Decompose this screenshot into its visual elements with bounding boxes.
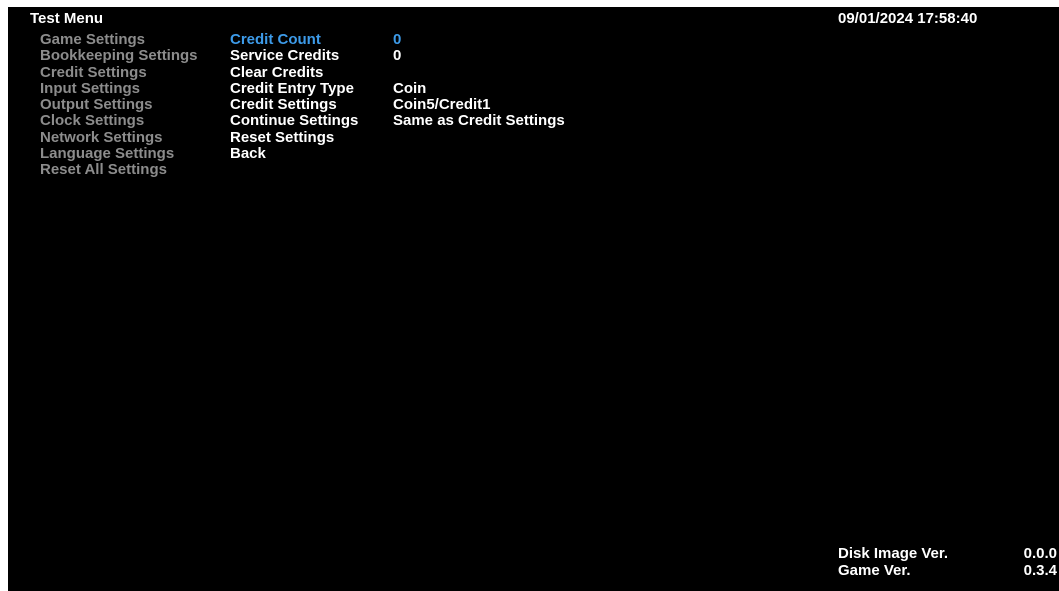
- settings-category-list: Game Settings Bookkeeping Settings Credi…: [40, 31, 198, 179]
- value-clear-credits: [393, 65, 565, 81]
- disk-image-version-label: Disk Image Ver.: [838, 545, 949, 562]
- category-language-settings[interactable]: Language Settings: [40, 145, 198, 162]
- menu-item-credit-entry-type[interactable]: Credit Entry Type: [230, 80, 358, 97]
- value-credit-count: 0: [393, 31, 402, 48]
- category-clock-settings[interactable]: Clock Settings: [40, 113, 198, 130]
- value-credit-entry-type: Coin: [393, 79, 427, 97]
- value-credit-settings: Coin5/Credit1: [393, 96, 491, 114]
- test-menu-screen: Test Menu 09/01/2024 17:58:40 Game Setti…: [8, 7, 1059, 591]
- value-continue-settings: Same as Credit Settings: [393, 112, 565, 130]
- disk-image-version-value: 0.0.0: [1023, 545, 1057, 562]
- credit-settings-values: 0 0 Coin Coin5/Credit1 Same as Credit Se…: [393, 31, 565, 130]
- category-bookkeeping-settings[interactable]: Bookkeeping Settings: [40, 47, 198, 64]
- datetime-display: 09/01/2024 17:58:40: [838, 10, 978, 27]
- page-title: Test Menu: [30, 10, 104, 27]
- category-network-settings[interactable]: Network Settings: [40, 129, 198, 146]
- category-input-settings[interactable]: Input Settings: [40, 80, 198, 97]
- category-game-settings[interactable]: Game Settings: [40, 31, 198, 48]
- menu-item-continue-settings[interactable]: Continue Settings: [230, 113, 358, 130]
- value-service-credits: 0: [393, 47, 402, 65]
- menu-item-back[interactable]: Back: [230, 145, 358, 162]
- menu-item-credit-count[interactable]: Credit Count: [230, 31, 358, 48]
- menu-item-reset-settings[interactable]: Reset Settings: [230, 129, 358, 146]
- game-version-value: 0.3.4: [1023, 562, 1057, 579]
- menu-item-service-credits[interactable]: Service Credits: [230, 47, 358, 64]
- category-output-settings[interactable]: Output Settings: [40, 96, 198, 113]
- category-credit-settings[interactable]: Credit Settings: [40, 64, 198, 81]
- game-version-label: Game Ver.: [838, 562, 911, 579]
- menu-item-credit-settings[interactable]: Credit Settings: [230, 96, 358, 113]
- credit-settings-menu: Credit Count Service Credits Clear Credi…: [230, 31, 358, 162]
- menu-item-clear-credits[interactable]: Clear Credits: [230, 64, 358, 81]
- category-reset-all-settings[interactable]: Reset All Settings: [40, 162, 198, 179]
